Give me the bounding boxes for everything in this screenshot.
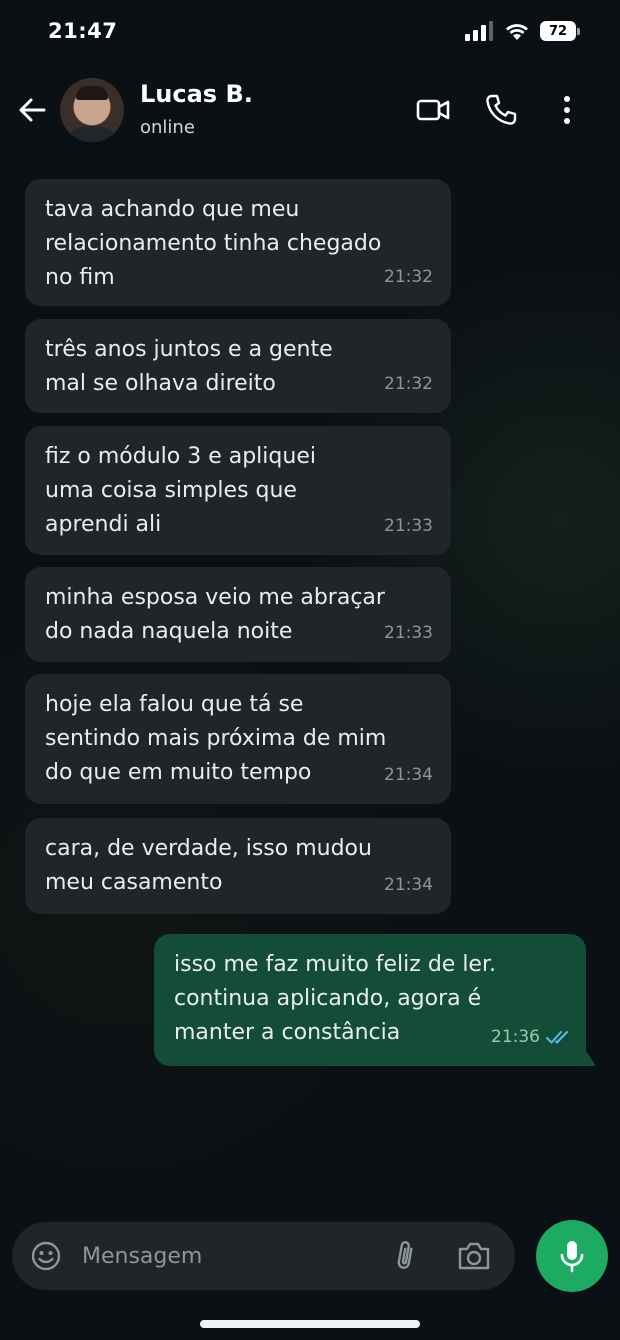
emoji-icon[interactable] [30,1240,62,1272]
message-bubble-incoming[interactable]: fiz o módulo 3 e apliquei uma coisa simp… [25,426,451,555]
message-time: 21:34 [384,875,433,895]
message-text: minha esposa veio me abraçar do nada naq… [45,585,385,644]
contact-name[interactable]: Lucas B. [140,80,253,108]
avatar-shirt [66,126,118,142]
message-time: 21:33 [384,516,433,536]
chat-header: Lucas B. online [0,62,620,158]
message-bubble-incoming[interactable]: minha esposa veio me abraçar do nada naq… [25,567,451,662]
message-text: fiz o módulo 3 e apliquei uma coisa simp… [45,444,316,537]
message-time: 21:36 [491,1027,540,1047]
message-time: 21:32 [384,267,433,287]
message-bubble-incoming[interactable]: cara, de verdade, isso mudou meu casamen… [25,818,451,914]
paperclip-icon[interactable] [390,1238,422,1274]
phone-icon[interactable] [483,92,519,128]
message-bubble-outgoing[interactable]: isso me faz muito feliz de ler. continua… [154,934,586,1066]
microphone-button[interactable] [536,1220,608,1292]
message-time: 21:32 [384,374,433,394]
home-indicator[interactable] [200,1320,420,1328]
arrow-left-icon[interactable] [14,92,50,128]
battery-tip [577,27,580,35]
message-bubble-incoming[interactable]: três anos juntos e a gente mal se olhava… [25,319,451,413]
status-bar: 21:47 72 [0,0,620,62]
camera-icon[interactable] [456,1239,492,1273]
microphone-icon [560,1241,584,1273]
wifi-icon [506,24,528,40]
message-input[interactable] [82,1236,382,1276]
status-icons: 72 [464,20,580,42]
message-time-row: 21:36 [491,1020,572,1054]
message-text: tava achando que meu relacionamento tinh… [45,197,382,290]
message-text: cara, de verdade, isso mudou meu casamen… [45,836,372,895]
battery-indicator: 72 [540,21,580,41]
video-camera-icon[interactable] [415,92,451,128]
battery-level: 72 [540,21,576,41]
read-receipt-icon [546,1031,568,1044]
outgoing-bubble-tail [584,1048,596,1066]
avatar-hair [76,86,108,100]
signal-icon [465,21,493,41]
message-bubble-incoming[interactable]: tava achando que meu relacionamento tinh… [25,179,451,306]
message-composer [12,1222,515,1290]
contact-status: online [140,117,195,138]
status-time: 21:47 [48,19,118,43]
message-text: três anos juntos e a gente mal se olhava… [45,337,333,396]
message-text: hoje ela falou que tá se sentindo mais p… [45,692,387,785]
avatar[interactable] [60,78,124,142]
message-bubble-incoming[interactable]: hoje ela falou que tá se sentindo mais p… [25,674,451,804]
message-time: 21:33 [384,623,433,643]
more-vertical-icon[interactable] [549,92,585,128]
message-time: 21:34 [384,765,433,785]
